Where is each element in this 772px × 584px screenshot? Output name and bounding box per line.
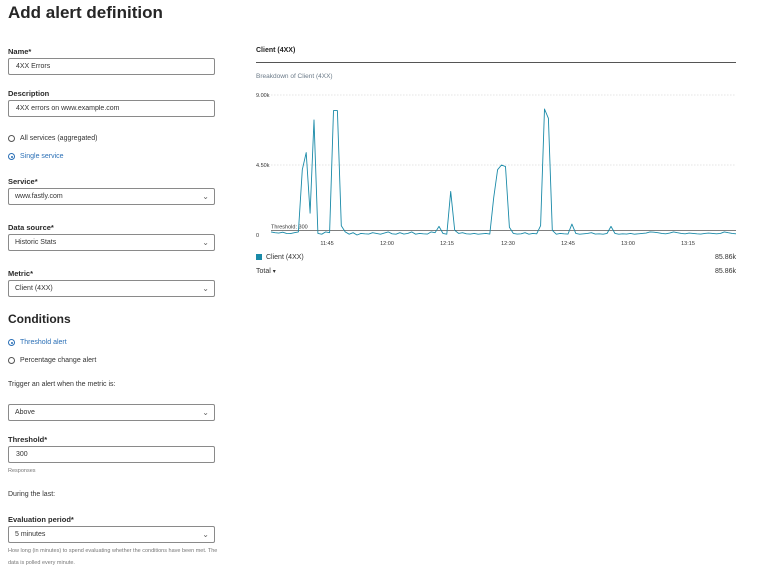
x-tick-label: 12:30 bbox=[501, 241, 515, 247]
radio-single-service[interactable]: Single service bbox=[8, 153, 64, 160]
data-source-select[interactable]: Historic Stats ⌄ bbox=[8, 234, 215, 251]
metric-select[interactable]: Client (4XX) ⌄ bbox=[8, 280, 215, 297]
page-title: Add alert definition bbox=[8, 3, 163, 22]
radio-circle bbox=[8, 357, 15, 364]
series-line-client-4xx bbox=[270, 108, 737, 236]
chevron-down-icon: ⌄ bbox=[202, 408, 209, 417]
radio-label: All services (aggregated) bbox=[20, 135, 98, 142]
metric-select-value: Client (4XX) bbox=[15, 285, 53, 292]
radio-label: Single service bbox=[20, 153, 64, 160]
comparison-select-value: Above bbox=[15, 409, 35, 416]
x-tick-label: 11:45 bbox=[320, 241, 333, 247]
metric-label: Metric* bbox=[8, 269, 34, 278]
threshold-label: Threshold* bbox=[8, 435, 48, 444]
line-chart: 0 4.50k 9.00k Threshold: 300 11:45 12:00 12:15… bbox=[256, 93, 737, 247]
description-label: Description bbox=[8, 89, 50, 98]
y-tick-label: 4.50k bbox=[256, 163, 270, 169]
evaluation-period-select-value: 5 minutes bbox=[15, 531, 46, 538]
x-tick-label: 12:45 bbox=[561, 241, 575, 247]
data-source-label: Data source* bbox=[8, 223, 54, 232]
name-label: Name* bbox=[8, 47, 32, 56]
name-input[interactable] bbox=[8, 58, 215, 75]
evaluation-period-select[interactable]: 5 minutes ⌄ bbox=[8, 526, 215, 543]
y-tick-label: 9.00k bbox=[256, 93, 270, 99]
chart-divider bbox=[256, 62, 736, 63]
threshold-help: Responses bbox=[8, 468, 36, 474]
service-select-value: www.fastly.com bbox=[15, 193, 63, 200]
legend-total: 85.86k bbox=[714, 268, 736, 275]
radio-circle bbox=[8, 135, 15, 142]
radio-circle-selected bbox=[8, 153, 15, 160]
radio-label: Threshold alert bbox=[20, 339, 67, 346]
x-tick-label: 13:15 bbox=[681, 241, 695, 247]
x-tick-label: 13:00 bbox=[621, 241, 635, 247]
chevron-down-icon[interactable]: ▾ bbox=[273, 269, 276, 275]
during-label: During the last: bbox=[8, 491, 56, 498]
legend-name: Total bbox=[256, 268, 271, 275]
radio-threshold-alert[interactable]: Threshold alert bbox=[8, 339, 67, 346]
evaluation-period-help: How long (in minutes) to spend evaluatin… bbox=[8, 548, 218, 566]
x-tick-label: 12:00 bbox=[380, 241, 394, 247]
radio-label: Percentage change alert bbox=[20, 357, 97, 364]
conditions-heading: Conditions bbox=[8, 312, 71, 326]
legend-name: Client (4XX) bbox=[266, 254, 304, 261]
y-tick-label: 0 bbox=[256, 233, 259, 239]
radio-circle-selected bbox=[8, 339, 15, 346]
threshold-input[interactable] bbox=[8, 446, 215, 463]
evaluation-period-label: Evaluation period* bbox=[8, 515, 74, 524]
legend-row-client-4xx[interactable]: Client (4XX) 85.86k bbox=[256, 254, 736, 261]
trigger-label: Trigger an alert when the metric is: bbox=[8, 381, 116, 388]
radio-all-services[interactable]: All services (aggregated) bbox=[8, 135, 97, 142]
chevron-down-icon: ⌄ bbox=[202, 530, 209, 539]
data-source-select-value: Historic Stats bbox=[15, 239, 57, 246]
legend-row-total[interactable]: Total ▾ 85.86k bbox=[256, 268, 736, 275]
legend-entry: Total ▾ bbox=[256, 268, 276, 275]
description-input[interactable] bbox=[8, 100, 215, 117]
legend-swatch bbox=[256, 254, 262, 261]
chart-title: Client (4XX) bbox=[256, 47, 296, 54]
comparison-select[interactable]: Above ⌄ bbox=[8, 404, 215, 421]
radio-percentage-change-alert[interactable]: Percentage change alert bbox=[8, 357, 96, 364]
chevron-down-icon: ⌄ bbox=[202, 284, 209, 293]
threshold-label: Threshold: 300 bbox=[271, 224, 308, 230]
service-select[interactable]: www.fastly.com ⌄ bbox=[8, 188, 215, 205]
chevron-down-icon: ⌄ bbox=[202, 192, 209, 201]
chevron-down-icon: ⌄ bbox=[202, 238, 209, 247]
x-tick-label: 12:15 bbox=[440, 241, 454, 247]
legend-total: 85.86k bbox=[714, 254, 736, 261]
service-label: Service* bbox=[8, 177, 38, 186]
chart-subtitle: Breakdown of Client (4XX) bbox=[256, 73, 333, 80]
legend-entry: Client (4XX) bbox=[256, 254, 304, 261]
